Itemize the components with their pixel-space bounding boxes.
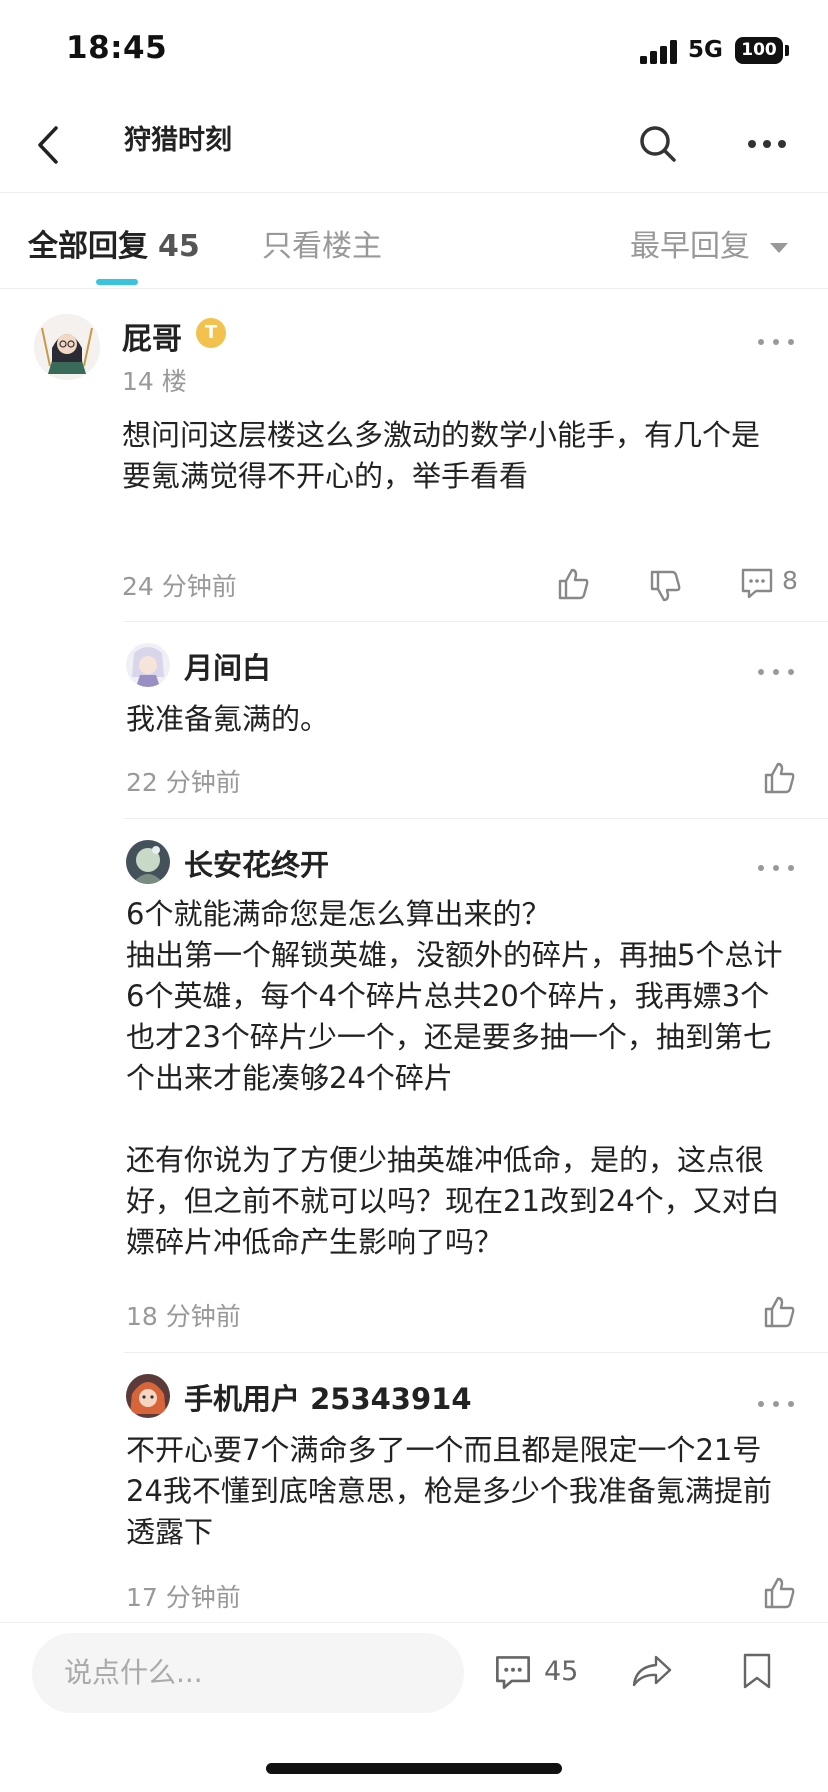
post-content: 想问问这层楼这么多激动的数学小能手，有几个是要氪满觉得不开心的，举手看看 (122, 418, 761, 493)
reply-content: 我准备氪满的。 (126, 702, 330, 736)
reply-avatar[interactable] (126, 643, 170, 687)
caret-down-icon (770, 242, 788, 253)
thumbs-up-icon (764, 1296, 795, 1328)
share-button[interactable] (630, 1651, 674, 1691)
reply-avatar[interactable] (126, 1374, 170, 1418)
reply-author[interactable]: 长安花终开 (184, 842, 329, 884)
level-badge: T (196, 318, 226, 348)
more-dots-icon (748, 140, 786, 148)
reply-count-button[interactable]: 8 (740, 566, 800, 602)
reply-avatar[interactable] (126, 840, 170, 884)
network-type: 5G (688, 37, 723, 63)
divider (124, 621, 828, 622)
dislike-button[interactable] (648, 568, 684, 604)
divider (124, 818, 828, 819)
comment-icon (741, 568, 773, 599)
tab-owner-only[interactable]: 只看楼主 (262, 221, 382, 265)
reply-author[interactable]: 月间白 (184, 645, 271, 687)
reply-time: 22 分钟前 (126, 768, 241, 797)
battery-icon: 100 (735, 37, 783, 64)
post-more-button[interactable] (758, 336, 794, 348)
status-bar: 18:45 5G 100 (0, 0, 828, 100)
thumbs-up-icon (764, 762, 795, 794)
avatar-illustration (126, 1374, 170, 1418)
reply-author[interactable]: 手机用户 25343914 (184, 1376, 472, 1418)
reply-like-button[interactable] (762, 1575, 798, 1611)
sort-label: 最早回复 (630, 229, 750, 264)
chevron-left-icon (38, 126, 58, 164)
tab-all-count: 45 (158, 229, 200, 264)
reply-time: 18 分钟前 (126, 1302, 241, 1331)
reply-count: 8 (782, 566, 798, 595)
reply-content: 不开心要7个满命多了一个而且都是限定一个21号24我不懂到底啥意思，枪是多少个我… (126, 1433, 772, 1549)
floor-number: 14 楼 (122, 367, 187, 396)
bottom-bar: 说点什么... 45 (0, 1622, 828, 1792)
comments-button[interactable]: 45 (494, 1653, 590, 1693)
post-time: 24 分钟前 (122, 572, 237, 601)
post-author[interactable]: 屁哥 (122, 314, 182, 358)
like-button[interactable] (556, 566, 592, 602)
comment-count: 45 (544, 1656, 579, 1687)
reply-more-button[interactable] (758, 862, 794, 874)
tab-all-replies[interactable]: 全部回复 45 (28, 221, 200, 265)
avatar-illustration (126, 643, 170, 687)
more-button[interactable] (744, 124, 790, 164)
reply-more-button[interactable] (758, 1398, 794, 1410)
page-title: 狩猎时刻 (124, 125, 232, 156)
comment-input[interactable]: 说点什么... (32, 1633, 464, 1713)
battery-tip (785, 45, 789, 56)
avatar-illustration (126, 840, 170, 884)
comment-icon (496, 1656, 530, 1689)
search-icon (640, 126, 676, 162)
sort-dropdown[interactable]: 最早回复 (630, 221, 788, 265)
avatar-illustration (34, 314, 100, 380)
search-button[interactable] (636, 122, 680, 166)
back-button[interactable] (28, 120, 72, 170)
share-icon (632, 1655, 672, 1687)
bookmark-icon (743, 1653, 771, 1689)
status-time: 18:45 (66, 30, 168, 66)
level-badge-label: T (204, 322, 218, 343)
reply-more-button[interactable] (758, 666, 794, 678)
signal-icon (640, 40, 678, 64)
reply-tabs: 全部回复 45 只看楼主 最早回复 (0, 193, 828, 289)
reply-content: 6个就能满命您是怎么算出来的？ 抽出第一个解锁英雄，没额外的碎片，再抽5个总计6… (126, 897, 783, 1259)
nav-bar: 狩猎时刻 (0, 100, 828, 193)
reply-like-button[interactable] (762, 760, 798, 796)
divider (124, 1352, 828, 1353)
home-indicator (266, 1763, 562, 1774)
reply-like-button[interactable] (762, 1294, 798, 1330)
bookmark-button[interactable] (740, 1651, 774, 1691)
reply-time: 17 分钟前 (126, 1583, 241, 1612)
tab-all-label: 全部回复 (28, 229, 148, 264)
thumbs-up-icon (764, 1577, 795, 1609)
tab-indicator (96, 279, 138, 285)
thumbs-down-icon (650, 570, 681, 602)
thumbs-up-icon (558, 568, 589, 600)
avatar[interactable] (34, 314, 100, 380)
